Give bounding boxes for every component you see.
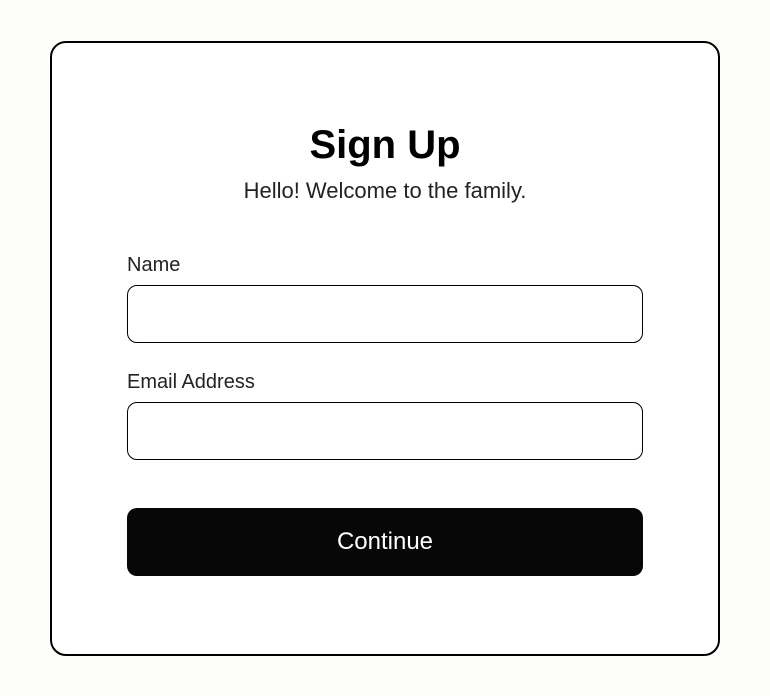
- name-input[interactable]: [127, 285, 643, 343]
- signup-header: Sign Up Hello! Welcome to the family.: [127, 123, 643, 204]
- page-title: Sign Up: [127, 123, 643, 168]
- continue-button[interactable]: Continue: [127, 508, 643, 576]
- page-subtitle: Hello! Welcome to the family.: [127, 178, 643, 204]
- signup-card: Sign Up Hello! Welcome to the family. Na…: [50, 41, 720, 656]
- email-input[interactable]: [127, 402, 643, 460]
- name-field-group: Name: [127, 254, 643, 343]
- email-label: Email Address: [127, 371, 643, 394]
- email-field-group: Email Address: [127, 371, 643, 460]
- name-label: Name: [127, 254, 643, 277]
